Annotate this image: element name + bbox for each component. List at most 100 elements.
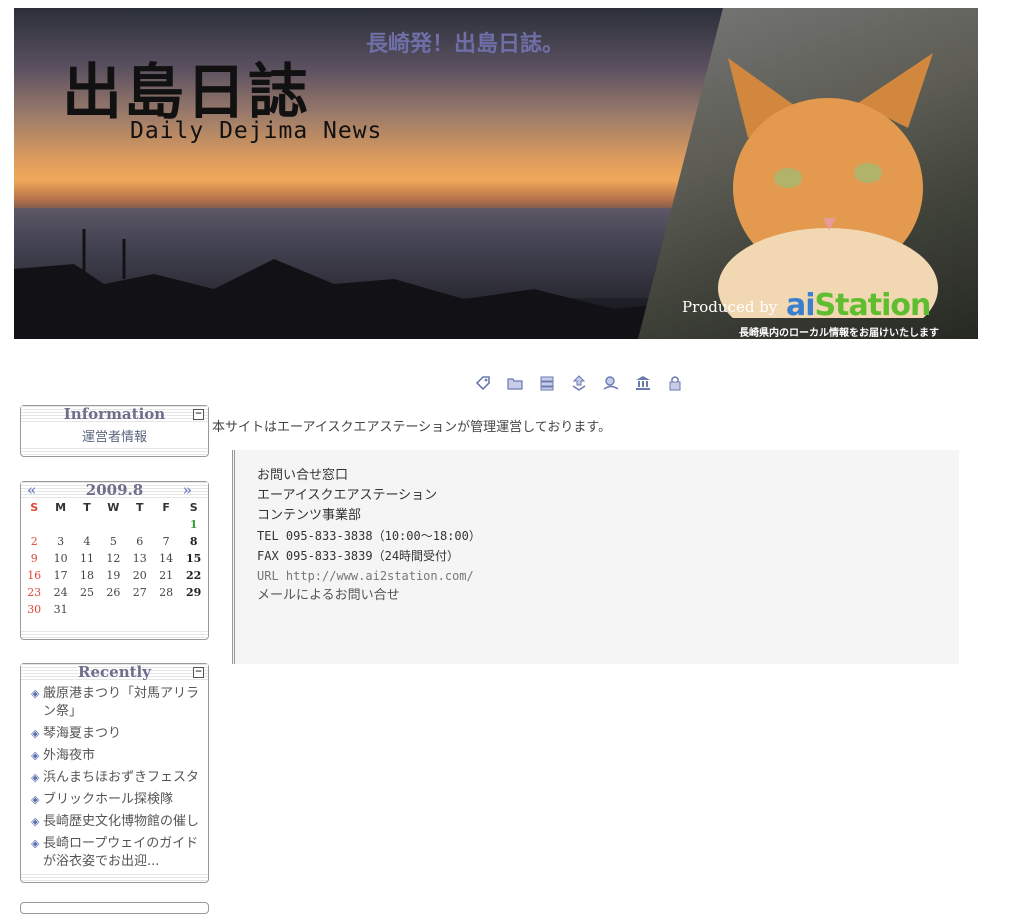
contact-heading: お問い合せ窓口	[257, 468, 349, 483]
calendar-day[interactable]: 3	[47, 533, 73, 550]
collapse-icon[interactable]: −	[193, 667, 204, 678]
tel-line: TEL 095-833-3838（10:00～18:00）	[257, 529, 481, 543]
url-link[interactable]: URL http://www.ai2station.com/	[257, 566, 959, 586]
bank-icon[interactable]	[634, 374, 652, 392]
calendar-empty-cell	[100, 601, 126, 618]
calendar-day[interactable]: 28	[153, 584, 179, 601]
recent-post-link[interactable]: 厳原港まつり「対馬アリラン祭」	[43, 686, 199, 719]
weekday-label: T	[136, 501, 144, 514]
calendar-day[interactable]: 11	[74, 550, 100, 567]
list-item: 長崎ロープウェイのガイドが浴衣姿でお出迎...	[31, 835, 204, 871]
list-item: 外海夜市	[31, 747, 204, 765]
calendar-footer	[21, 631, 208, 639]
recent-post-link[interactable]: 浜んまちほおずきフェスタ	[43, 770, 199, 785]
calendar-header: « 2009.8 »	[21, 482, 208, 499]
calendar-body: 1 2 3 4 5 6 7 8 9 10 11 12 13 14 15 16 17 18 19 20 21 22 23 24 2…	[21, 516, 208, 618]
mail-contact-link[interactable]: メールによるお問い合せ	[257, 586, 959, 606]
calendar-week-row: 23 24 25 26 27 28 29	[21, 584, 208, 601]
toolbar	[474, 374, 684, 392]
recent-post-link[interactable]: 琴海夏まつり	[43, 726, 121, 741]
calendar-day[interactable]: 1	[179, 516, 208, 533]
calendar-day[interactable]: 9	[21, 550, 47, 567]
header-banner: 出島日誌 Daily Dejima News 長崎発！出島日誌。 Produce…	[14, 8, 978, 339]
calendar-prev-button[interactable]: «	[27, 482, 36, 499]
lock-icon[interactable]	[666, 374, 684, 392]
recent-post-link[interactable]: ブリックホール探検隊	[43, 792, 173, 807]
calendar-day[interactable]: 13	[127, 550, 153, 567]
recent-post-link[interactable]: 外海夜市	[43, 748, 95, 763]
calendar-empty-cell	[153, 516, 179, 533]
calendar-day[interactable]: 4	[74, 533, 100, 550]
list-item: 長崎歴史文化博物館の催し	[31, 813, 204, 831]
calendar-day[interactable]: 25	[74, 584, 100, 601]
calendar-week-row: 9 10 11 12 13 14 15	[21, 550, 208, 567]
calendar-day[interactable]: 16	[21, 567, 47, 584]
tag-icon[interactable]	[474, 374, 492, 392]
recent-post-link[interactable]: 長崎歴史文化博物館の催し	[43, 814, 199, 829]
calendar-day[interactable]: 2	[21, 533, 47, 550]
intro-text: 本サイトはエーアイスクエアステーションが管理運営しております。	[212, 420, 612, 435]
brand-logo-b: Station	[814, 288, 932, 323]
calendar-day[interactable]: 31	[47, 601, 73, 618]
calendar-day[interactable]: 24	[47, 584, 73, 601]
produced-by-label: Produced by	[682, 298, 778, 316]
calendar-title: 2009.8	[85, 481, 144, 499]
calendar-day[interactable]: 5	[100, 533, 126, 550]
calendar-day[interactable]: 27	[127, 584, 153, 601]
calendar-empty-cell	[127, 601, 153, 618]
sidebar-box-partial	[20, 902, 209, 914]
calendar-day[interactable]: 20	[127, 567, 153, 584]
recently-box: Recently − 厳原港まつり「対馬アリラン祭」 琴海夏まつり 外海夜市 浜…	[20, 663, 209, 883]
company-name: エーアイスクエアステーション	[257, 488, 438, 503]
fax-line: FAX 095-833-3839（24時間受付）	[257, 549, 460, 563]
calendar-day[interactable]: 21	[153, 567, 179, 584]
weekday-label: T	[83, 501, 91, 514]
calendar-day[interactable]: 12	[100, 550, 126, 567]
information-box-footer	[21, 448, 208, 456]
calendar-empty-cell	[100, 516, 126, 533]
search-icon[interactable]	[602, 374, 620, 392]
calendar-empty-cell	[74, 601, 100, 618]
collapse-icon[interactable]: −	[193, 409, 204, 420]
calendar-empty-cell	[127, 516, 153, 533]
list-item: 琴海夏まつり	[31, 725, 204, 743]
calendar-day[interactable]: 6	[127, 533, 153, 550]
calendar-day[interactable]: 7	[153, 533, 179, 550]
calendar-empty-cell	[179, 601, 208, 618]
book-icon[interactable]	[538, 374, 556, 392]
calendar-day[interactable]: 19	[100, 567, 126, 584]
department-name: コンテンツ事業部	[257, 508, 362, 523]
calendar-day[interactable]: 23	[21, 584, 47, 601]
weekday-label: S	[189, 501, 198, 514]
calendar-day[interactable]: 30	[21, 601, 47, 618]
calendar-week-row: 30 31	[21, 601, 208, 618]
calendar-grid: S M T W T F S 1 2 3 4 5 6 7 8 9 10 11 12 13 14 15 16 17 1…	[21, 499, 208, 618]
list-item: ブリックホール探検隊	[31, 791, 204, 809]
operator-info-link[interactable]: 運営者情報	[21, 426, 208, 445]
calendar-next-button[interactable]: »	[183, 482, 192, 499]
information-box-header: Information −	[21, 406, 208, 423]
brand-logo[interactable]: aiStation	[786, 288, 932, 323]
brand-logo-a: ai	[786, 288, 816, 323]
information-box: Information − 運営者情報	[20, 405, 209, 457]
calendar-week-row: 16 17 18 19 20 21 22	[21, 567, 208, 584]
calendar-empty-cell	[47, 516, 73, 533]
calendar-box: « 2009.8 » S M T W T F S 1 2 3 4 5 6 7 8 9 10 11 12…	[20, 481, 209, 640]
banner-silhouette	[14, 229, 714, 339]
calendar-day[interactable]: 26	[100, 584, 126, 601]
calendar-day[interactable]: 17	[47, 567, 73, 584]
calendar-day[interactable]: 10	[47, 550, 73, 567]
sync-icon[interactable]	[570, 374, 588, 392]
site-subtitle: Daily Dejima News	[130, 118, 383, 144]
calendar-day[interactable]: 22	[179, 567, 208, 584]
calendar-day[interactable]: 18	[74, 567, 100, 584]
calendar-day[interactable]: 14	[153, 550, 179, 567]
calendar-empty-cell	[153, 601, 179, 618]
recent-post-link[interactable]: 長崎ロープウェイのガイドが浴衣姿でお出迎...	[43, 836, 198, 869]
calendar-day[interactable]: 15	[179, 550, 208, 567]
list-item: 浜んまちほおずきフェスタ	[31, 769, 204, 787]
calendar-day[interactable]: 29	[179, 584, 208, 601]
calendar-day[interactable]: 8	[179, 533, 208, 550]
information-box-title: Information	[63, 405, 166, 423]
folder-icon[interactable]	[506, 374, 524, 392]
